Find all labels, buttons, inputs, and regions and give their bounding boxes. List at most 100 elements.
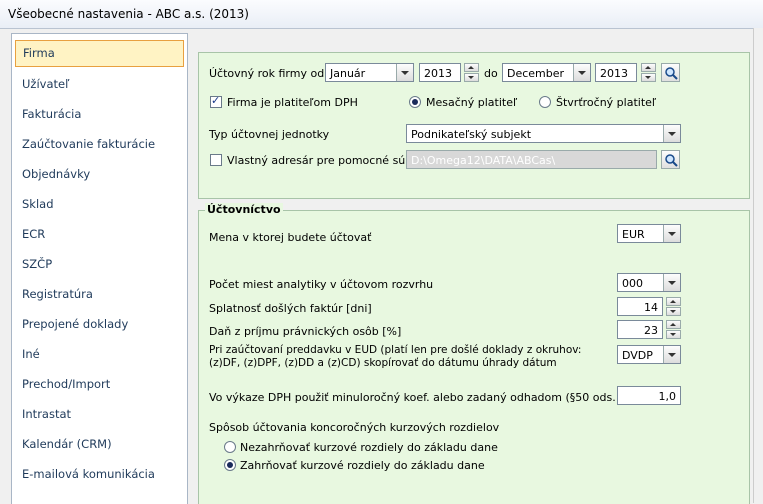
coef-label: Vo výkaze DPH použiť minuloročný koef. a… — [209, 391, 631, 404]
chevron-down-icon[interactable] — [663, 346, 680, 363]
chevron-down-icon[interactable] — [573, 64, 590, 81]
monthly-payer-radio[interactable] — [409, 96, 421, 108]
own-dir-value: D:\Omega12\DATA\ABCas\ — [411, 154, 556, 167]
unit-type-value: Podnikateľský subjekt — [411, 128, 532, 141]
title-bar: Všeobecné nastavenia - ABC a.s. (2013) — [0, 0, 763, 29]
sidebar-item-label: Intrastat — [22, 407, 72, 421]
spin-up-icon[interactable] — [666, 320, 681, 329]
sidebar-item-szcp[interactable]: SZČP — [12, 249, 187, 279]
coef-value: 1,0 — [658, 390, 677, 403]
chevron-down-icon[interactable] — [663, 274, 680, 291]
sidebar-item-uzivatel[interactable]: Užívateľ — [12, 69, 187, 99]
from-month-combo[interactable]: Január — [325, 63, 414, 82]
search-icon — [665, 67, 678, 80]
to-year-value: 2013 — [600, 67, 628, 80]
advance-combo[interactable]: DVDP — [617, 345, 681, 364]
sidebar-item-ecr[interactable]: ECR — [12, 219, 187, 249]
spin-up-icon[interactable] — [641, 63, 656, 72]
quarterly-payer-label: Štvrťročný platiteľ — [556, 96, 657, 109]
own-dir-checkbox[interactable] — [210, 154, 222, 166]
analytics-value: 000 — [622, 277, 643, 290]
spin-down-icon[interactable] — [666, 307, 681, 316]
from-month-value: Január — [330, 67, 366, 80]
fiscal-year-label: Účtovný rok firmy od — [209, 67, 325, 80]
to-year-input[interactable]: 2013 — [595, 63, 637, 82]
to-month-combo[interactable]: December — [502, 63, 591, 82]
sidebar-item-label: ECR — [22, 227, 46, 241]
own-dir-input: D:\Omega12\DATA\ABCas\ — [406, 150, 657, 169]
sidebar-item-label: Fakturácia — [22, 107, 82, 121]
search-icon — [665, 154, 678, 167]
tax-spinner[interactable] — [666, 320, 681, 339]
sidebar-item-label: Firma — [23, 46, 55, 60]
sidebar-item-sklad[interactable]: Sklad — [12, 189, 187, 219]
sidebar-item-prepojene-doklady[interactable]: Prepojené doklady — [12, 309, 187, 339]
own-dir-label: Vlastný adresár pre pomocné súbory — [227, 154, 431, 167]
currency-value: EUR — [622, 228, 645, 241]
advance-label-line-2: (z)DF, (z)DPF, (z)DD a (z)CD) skopírovať… — [209, 357, 557, 369]
sidebar-item-fakturacia[interactable]: Fakturácia — [12, 99, 187, 129]
method-label: Spôsob účtovania koncoročných kurzových … — [209, 421, 500, 434]
tax-label: Daň z príjmu právnických osôb [%] — [209, 325, 402, 338]
sidebar-item-ine[interactable]: Iné — [12, 339, 187, 369]
sidebar-item-prechod-import[interactable]: Prechod/Import — [12, 369, 187, 399]
chevron-down-icon[interactable] — [396, 64, 413, 81]
sidebar-item-kalendar-crm[interactable]: Kalendár (CRM) — [12, 429, 187, 459]
option-exclude-label: Nezahrňovať kurzové rozdiely do základu … — [240, 441, 498, 454]
sidebar-item-label: Užívateľ — [22, 77, 70, 91]
spin-down-icon[interactable] — [464, 73, 479, 82]
due-label: Splatnosť došlých faktúr [dni] — [209, 302, 372, 315]
spin-down-icon[interactable] — [666, 330, 681, 339]
from-year-value: 2013 — [424, 67, 452, 80]
sidebar-item-zauctovanie-fakturacie[interactable]: Zaúčtovanie fakturácie — [12, 129, 187, 159]
sidebar-item-intrastat[interactable]: Intrastat — [12, 399, 187, 429]
sidebar-item-label: Prepojené doklady — [22, 317, 129, 331]
spin-down-icon[interactable] — [641, 73, 656, 82]
vat-payer-checkbox[interactable] — [210, 94, 222, 108]
sidebar-item-emailova-komunikacia[interactable]: E-mailová komunikácia — [12, 459, 187, 489]
to-label: do — [484, 67, 498, 80]
unit-type-combo[interactable]: Podnikateľský subjekt — [406, 124, 681, 143]
advance-label-line-1: Pri zaúčtovaní preddavku v EUD (platí le… — [209, 344, 582, 356]
due-input[interactable]: 14 — [617, 297, 663, 316]
due-spinner[interactable] — [666, 297, 681, 316]
analytics-combo[interactable]: 000 — [617, 273, 681, 292]
sidebar-item-label: E-mailová komunikácia — [22, 467, 155, 481]
tax-input[interactable]: 23 — [617, 320, 663, 339]
sidebar-item-label: Prechod/Import — [22, 377, 111, 391]
sidebar-item-label: Zaúčtovanie fakturácie — [22, 137, 156, 151]
sidebar-item-firma[interactable]: Firma — [15, 40, 184, 67]
due-value: 14 — [644, 301, 658, 314]
sidebar-item-label: Registratúra — [22, 287, 93, 301]
unit-type-label: Typ účtovnej jednotky — [209, 128, 330, 141]
sidebar-item-label: Iné — [22, 347, 40, 361]
currency-label: Mena v ktorej budete účtovať — [209, 231, 372, 244]
sidebar-item-label: Kalendár (CRM) — [22, 437, 112, 451]
uctovnictvo-panel: Účtovníctvo Mena v ktorej budete účtovať… — [198, 203, 750, 504]
spin-up-icon[interactable] — [666, 297, 681, 306]
uctovnictvo-title: Účtovníctvo — [205, 203, 283, 216]
tax-value: 23 — [644, 324, 658, 337]
quarterly-payer-radio[interactable] — [539, 96, 551, 108]
coef-input[interactable]: 1,0 — [617, 386, 681, 405]
settings-sidebar: Firma Užívateľ Fakturácia Zaúčtovanie fa… — [11, 33, 188, 504]
currency-combo[interactable]: EUR — [617, 224, 681, 243]
to-year-spinner[interactable] — [641, 63, 656, 82]
calendar-search-button[interactable] — [661, 63, 680, 82]
option-exclude-radio[interactable] — [224, 441, 236, 453]
from-year-spinner[interactable] — [464, 63, 479, 82]
browse-dir-button[interactable] — [661, 150, 680, 169]
window-title: Všeobecné nastavenia - ABC a.s. (2013) — [8, 7, 249, 21]
sidebar-item-label: SZČP — [22, 257, 53, 271]
sidebar-item-label: Sklad — [22, 197, 54, 211]
window-right-edge — [753, 28, 763, 503]
chevron-down-icon[interactable] — [663, 125, 680, 142]
sidebar-item-registratura[interactable]: Registratúra — [12, 279, 187, 309]
from-year-input[interactable]: 2013 — [419, 63, 461, 82]
option-include-radio[interactable] — [224, 459, 236, 471]
sidebar-item-objednavky[interactable]: Objednávky — [12, 159, 187, 189]
sidebar-item-label: Objednávky — [22, 167, 91, 181]
vat-payer-label: Firma je platiteľom DPH — [227, 96, 358, 109]
chevron-down-icon[interactable] — [663, 225, 680, 242]
spin-up-icon[interactable] — [464, 63, 479, 72]
